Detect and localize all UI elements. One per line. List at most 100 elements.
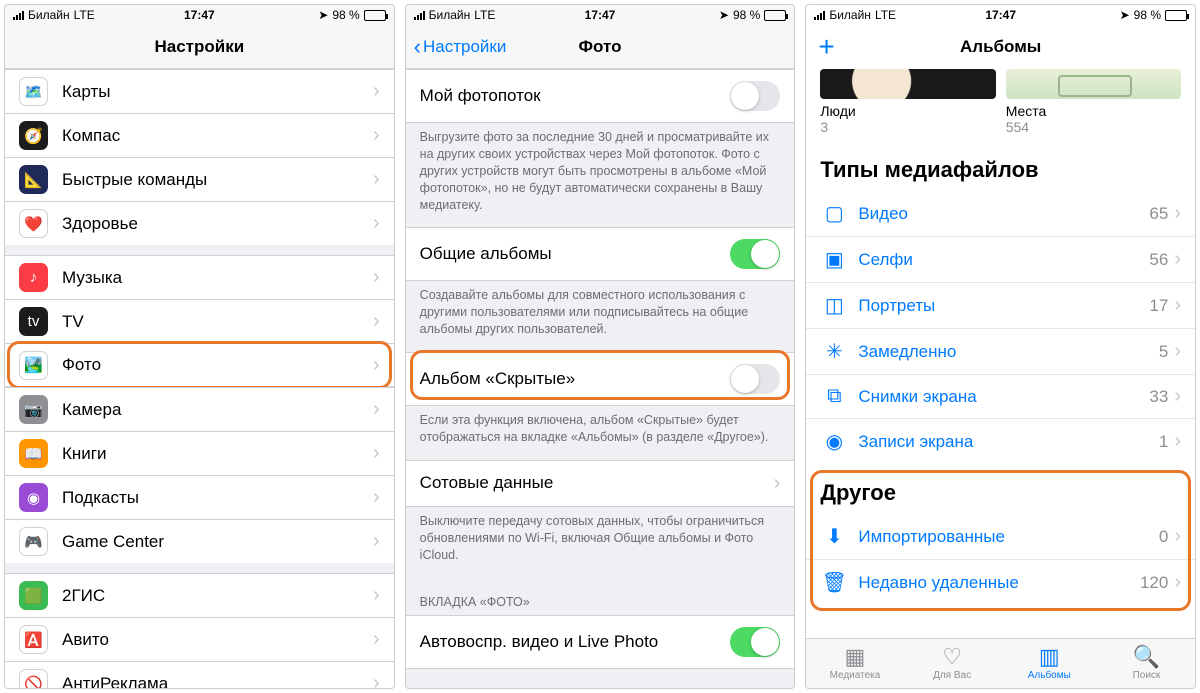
desc-cellular: Выключите передачу сотовых данных, чтобы… — [406, 507, 795, 578]
toggle-shared[interactable] — [730, 239, 780, 269]
tab-Для Вас[interactable]: ♡Для Вас — [904, 639, 1001, 688]
app-icon: ◉ — [19, 483, 48, 512]
settings-row-Game Center[interactable]: 🎮Game Center› — [5, 519, 394, 563]
section-other: Другое — [806, 464, 1195, 514]
album-row-Портреты[interactable]: ◫Портреты17› — [806, 283, 1195, 329]
desc-photostream: Выгрузите фото за последние 30 дней и пр… — [406, 123, 795, 227]
settings-row-Подкасты[interactable]: ◉Подкасты› — [5, 475, 394, 519]
settings-row-Авито[interactable]: 🅰️Авито› — [5, 617, 394, 661]
trash-icon: 🗑 — [820, 570, 848, 595]
album-row-Снимки экрана[interactable]: ⧉Снимки экрана33› — [806, 375, 1195, 419]
app-icon: ❤️ — [19, 209, 48, 238]
row-label: Видео — [858, 204, 1149, 224]
settings-row-Компас[interactable]: 🧭Компас› — [5, 113, 394, 157]
toggle-autoplay[interactable] — [730, 627, 780, 657]
page-title: Фото — [579, 37, 622, 57]
chevron-right-icon: › — [373, 398, 380, 421]
row-count: 33 — [1149, 387, 1168, 407]
row-label: Подкасты — [62, 488, 373, 508]
row-label: Импортированные — [858, 527, 1159, 547]
desc-shared: Создавайте альбомы для совместного испол… — [406, 281, 795, 352]
chevron-right-icon: › — [1174, 340, 1181, 363]
video-icon: ▢ — [820, 201, 848, 226]
section-media-types: Типы медиафайлов — [806, 141, 1195, 191]
desc-hidden: Если эта функция включена, альбом «Скрыт… — [406, 406, 795, 460]
battery-icon — [1165, 10, 1187, 21]
location-icon: ➤ — [719, 8, 729, 22]
chevron-right-icon: › — [373, 168, 380, 191]
album-thumb — [1006, 69, 1181, 99]
settings-row-Карты[interactable]: 🗺️Карты› — [5, 69, 394, 113]
back-button[interactable]: ‹ Настройки — [414, 36, 507, 58]
toggle-photostream[interactable] — [730, 81, 780, 111]
app-icon: 🅰️ — [19, 625, 48, 654]
row-autoplay[interactable]: Автовоспр. видео и Live Photo — [406, 615, 795, 669]
tab-icon: 🔍 — [1133, 646, 1160, 668]
settings-row-Фото[interactable]: 🏞️Фото› — [5, 343, 394, 387]
page-title: Настройки — [154, 37, 244, 57]
album-row-Импортированные[interactable]: ⬇Импортированные0› — [806, 514, 1195, 560]
battery-icon — [764, 10, 786, 21]
album-row-Недавно удаленные[interactable]: 🗑Недавно удаленные120› — [806, 560, 1195, 605]
album-card-Люди[interactable]: Люди3 — [820, 69, 995, 135]
chevron-left-icon: ‹ — [414, 36, 421, 58]
screen-albums: Билайн LTE 17:47 ➤ 98 % + Альбомы Люди3М… — [805, 4, 1196, 689]
carrier-label: Билайн — [28, 8, 70, 22]
row-label: Записи экрана — [858, 432, 1159, 452]
chevron-right-icon: › — [774, 472, 781, 495]
status-bar: Билайн LTE 17:47 ➤ 98 % — [5, 5, 394, 25]
album-row-Записи экрана[interactable]: ◉Записи экрана1› — [806, 419, 1195, 464]
row-hidden-album[interactable]: Альбом «Скрытые» — [406, 352, 795, 406]
album-row-Замедленно[interactable]: ✳Замедленно5› — [806, 329, 1195, 375]
row-label: Карты — [62, 82, 373, 102]
status-bar: Билайн LTE 17:47 ➤ 98 % — [406, 5, 795, 25]
screen-settings-root: Билайн LTE 17:47 ➤ 98 % Настройки 🗺️Карт… — [4, 4, 395, 689]
tab-Медиатека[interactable]: ▦Медиатека — [806, 639, 903, 688]
screen-photos-settings: Билайн LTE 17:47 ➤ 98 % ‹ Настройки Фото… — [405, 4, 796, 689]
settings-row-Быстрые команды[interactable]: 📐Быстрые команды› — [5, 157, 394, 201]
tab-Альбомы[interactable]: ▥Альбомы — [1001, 639, 1098, 688]
row-label: Недавно удаленные — [858, 573, 1140, 593]
add-album-button[interactable]: + — [818, 33, 834, 61]
row-cellular[interactable]: Сотовые данные › — [406, 460, 795, 507]
settings-row-Музыка[interactable]: ♪Музыка› — [5, 255, 394, 299]
row-label: Фото — [62, 355, 373, 375]
signal-icon — [814, 10, 825, 20]
location-icon: ➤ — [318, 8, 328, 22]
settings-row-Камера[interactable]: 📷Камера› — [5, 387, 394, 431]
chevron-right-icon: › — [373, 442, 380, 465]
settings-row-2ГИС[interactable]: 🟩2ГИС› — [5, 573, 394, 617]
app-icon: 🚫 — [19, 669, 48, 688]
portrait-icon: ◫ — [820, 293, 848, 318]
row-shared-albums[interactable]: Общие альбомы — [406, 227, 795, 281]
album-title: Места — [1006, 103, 1181, 119]
chevron-right-icon: › — [1174, 571, 1181, 594]
settings-row-АнтиРеклама[interactable]: 🚫АнтиРеклама› — [5, 661, 394, 688]
album-row-Селфи[interactable]: ▣Селфи56› — [806, 237, 1195, 283]
chevron-right-icon: › — [1174, 294, 1181, 317]
import-icon: ⬇ — [820, 524, 848, 549]
settings-row-Книги[interactable]: 📖Книги› — [5, 431, 394, 475]
battery-icon — [364, 10, 386, 21]
nav-bar: + Альбомы — [806, 25, 1195, 69]
row-count: 5 — [1159, 342, 1168, 362]
photos-settings-list[interactable]: Мой фотопоток Выгрузите фото за последни… — [406, 69, 795, 688]
row-my-photostream[interactable]: Мой фотопоток — [406, 69, 795, 123]
chevron-right-icon: › — [1174, 430, 1181, 453]
network-label: LTE — [74, 8, 95, 22]
app-icon: 📐 — [19, 165, 48, 194]
settings-row-TV[interactable]: tvTV› — [5, 299, 394, 343]
settings-row-Здоровье[interactable]: ❤️Здоровье› — [5, 201, 394, 245]
tab-Поиск[interactable]: 🔍 Поиск — [1098, 639, 1195, 688]
row-count: 65 — [1149, 204, 1168, 224]
toggle-hidden[interactable] — [730, 364, 780, 394]
settings-list[interactable]: 🗺️Карты›🧭Компас›📐Быстрые команды›❤️Здоро… — [5, 69, 394, 688]
tab-label: Поиск — [1133, 670, 1161, 681]
row-label: Авито — [62, 630, 373, 650]
tab-bar: ▦Медиатека♡Для Вас▥Альбомы 🔍 Поиск — [806, 638, 1195, 688]
album-row-Видео[interactable]: ▢Видео65› — [806, 191, 1195, 237]
app-icon: tv — [19, 307, 48, 336]
row-count: 1 — [1159, 432, 1168, 452]
albums-content[interactable]: Люди3Места554 Типы медиафайлов ▢ Видео65 ›… — [806, 69, 1195, 638]
album-card-Места[interactable]: Места554 — [1006, 69, 1181, 135]
